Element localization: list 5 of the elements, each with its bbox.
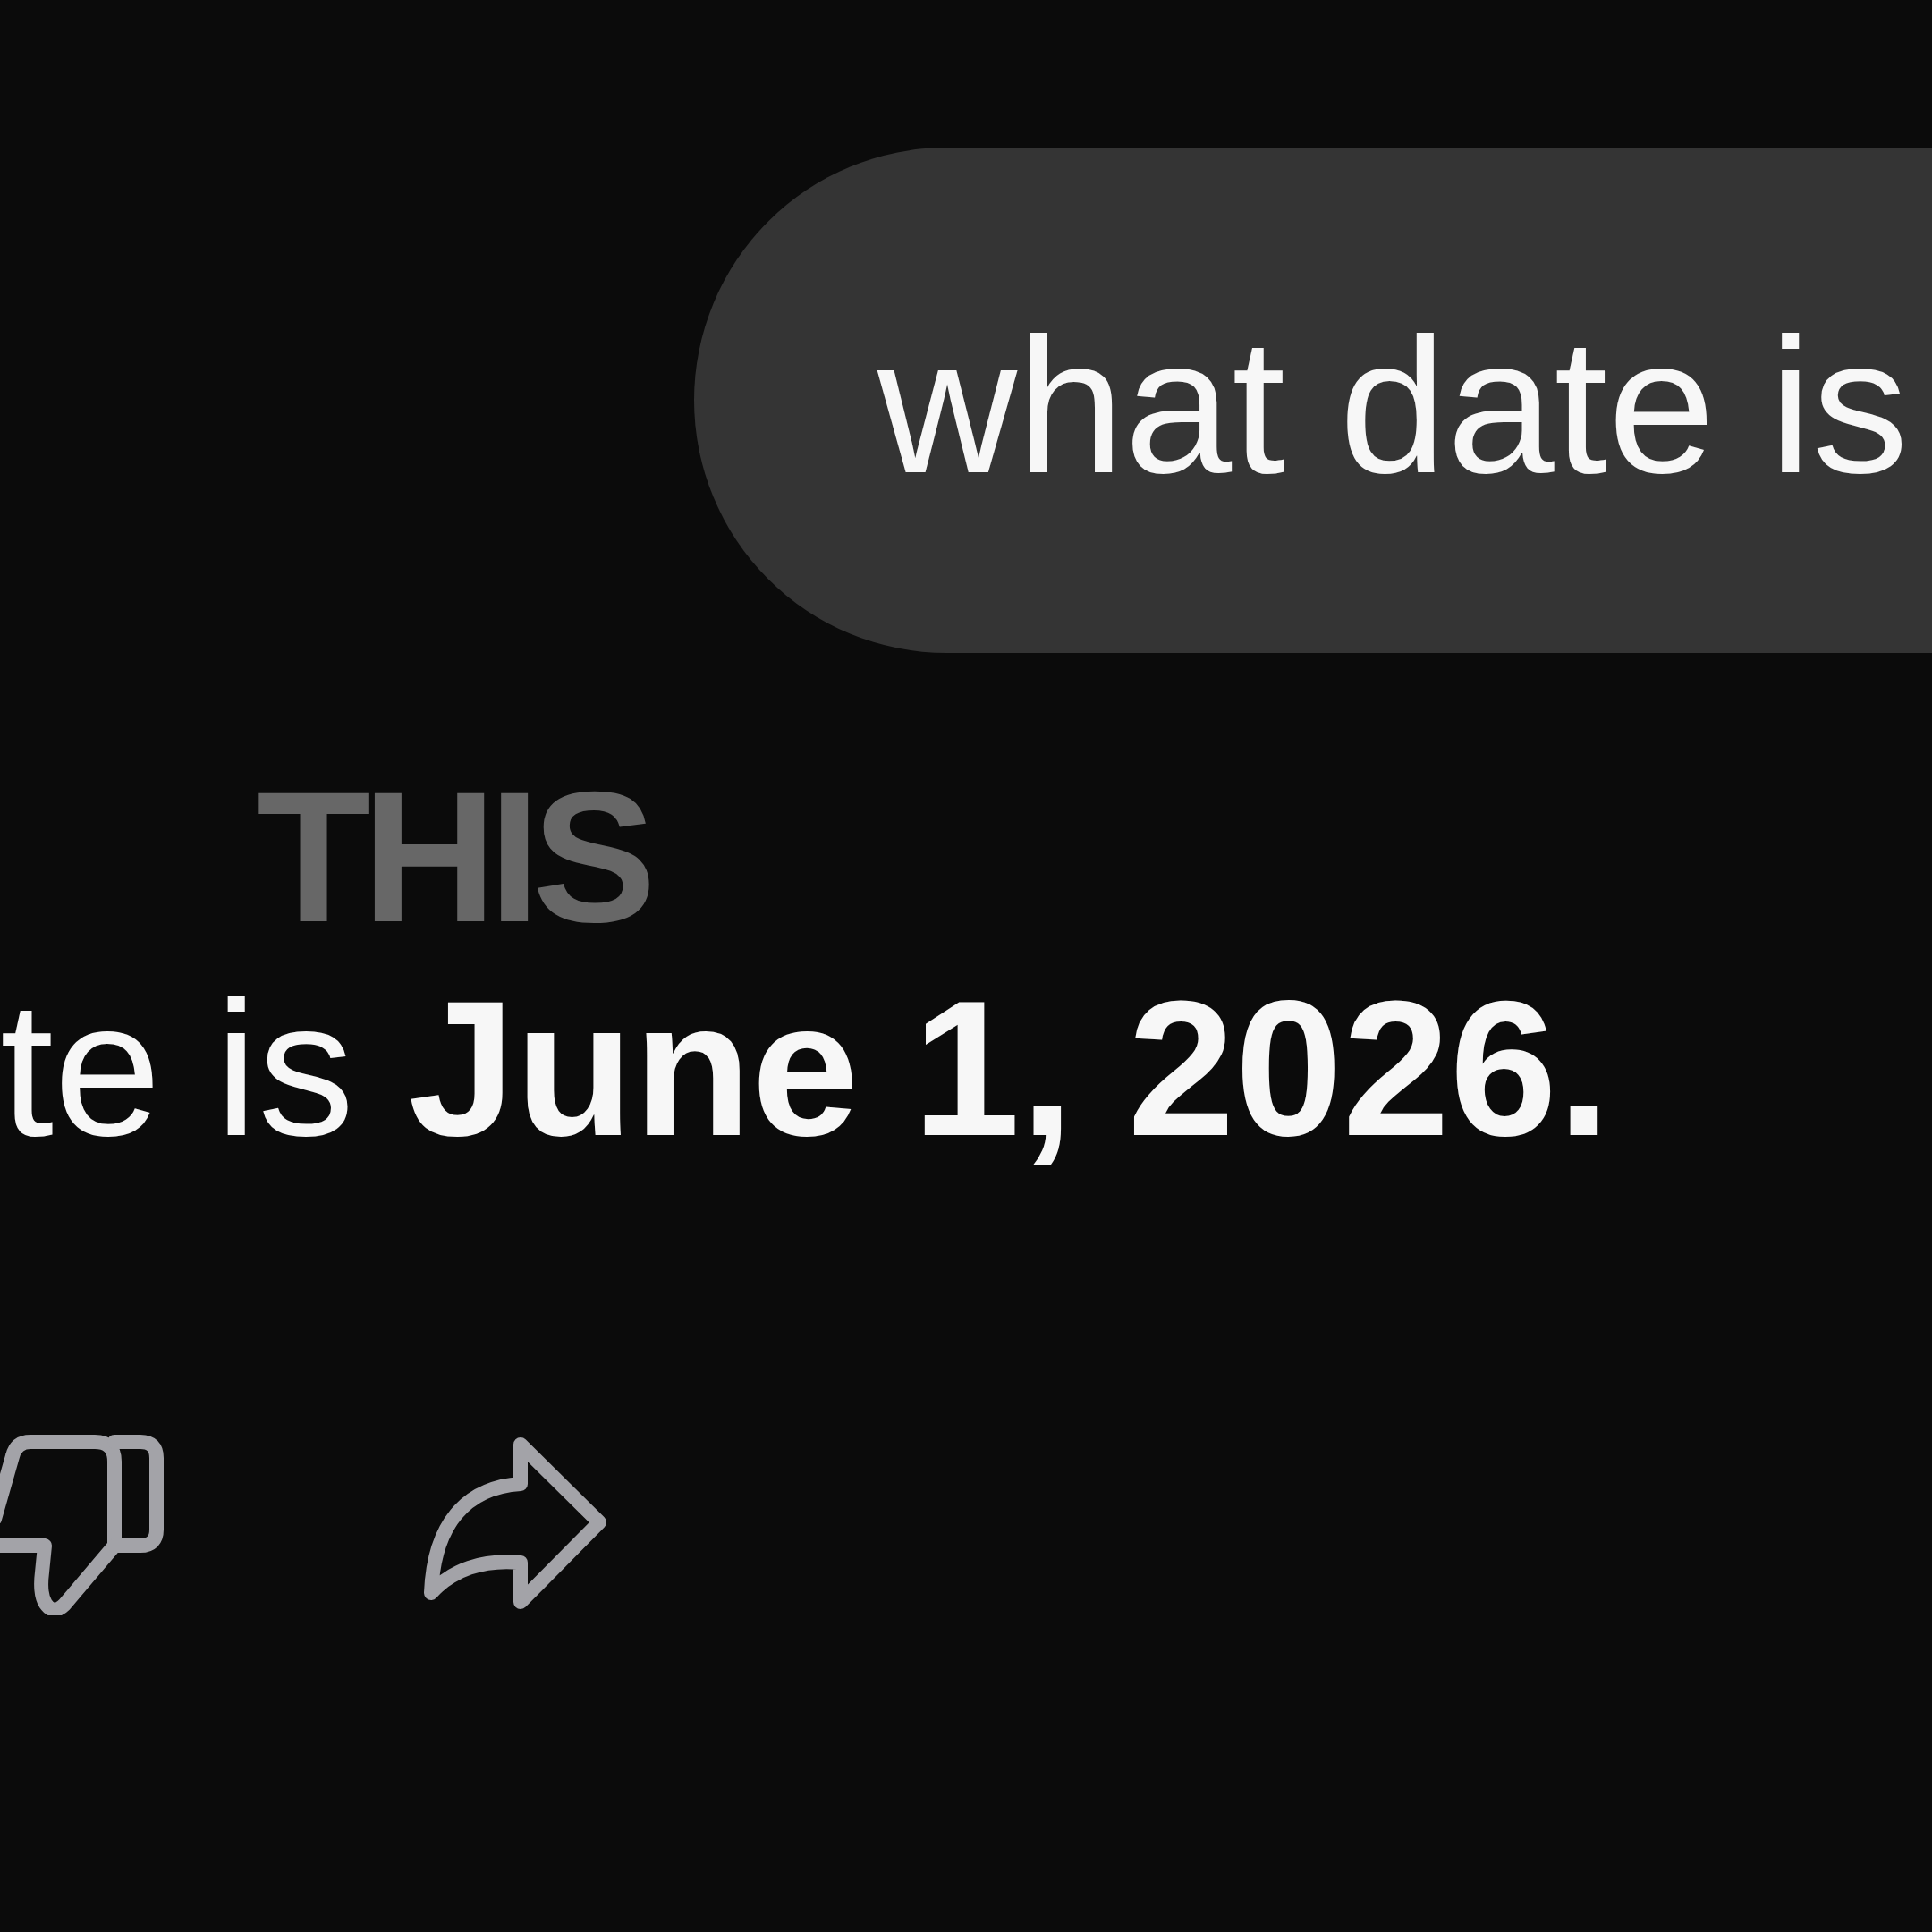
message-text: what date is (877, 309, 1909, 502)
share-icon[interactable] (423, 1436, 608, 1611)
message-text: te is June 1, 2026. (0, 972, 1611, 1164)
caption-text: THIS (257, 753, 648, 961)
thumbs-down-icon[interactable] (0, 1434, 165, 1615)
